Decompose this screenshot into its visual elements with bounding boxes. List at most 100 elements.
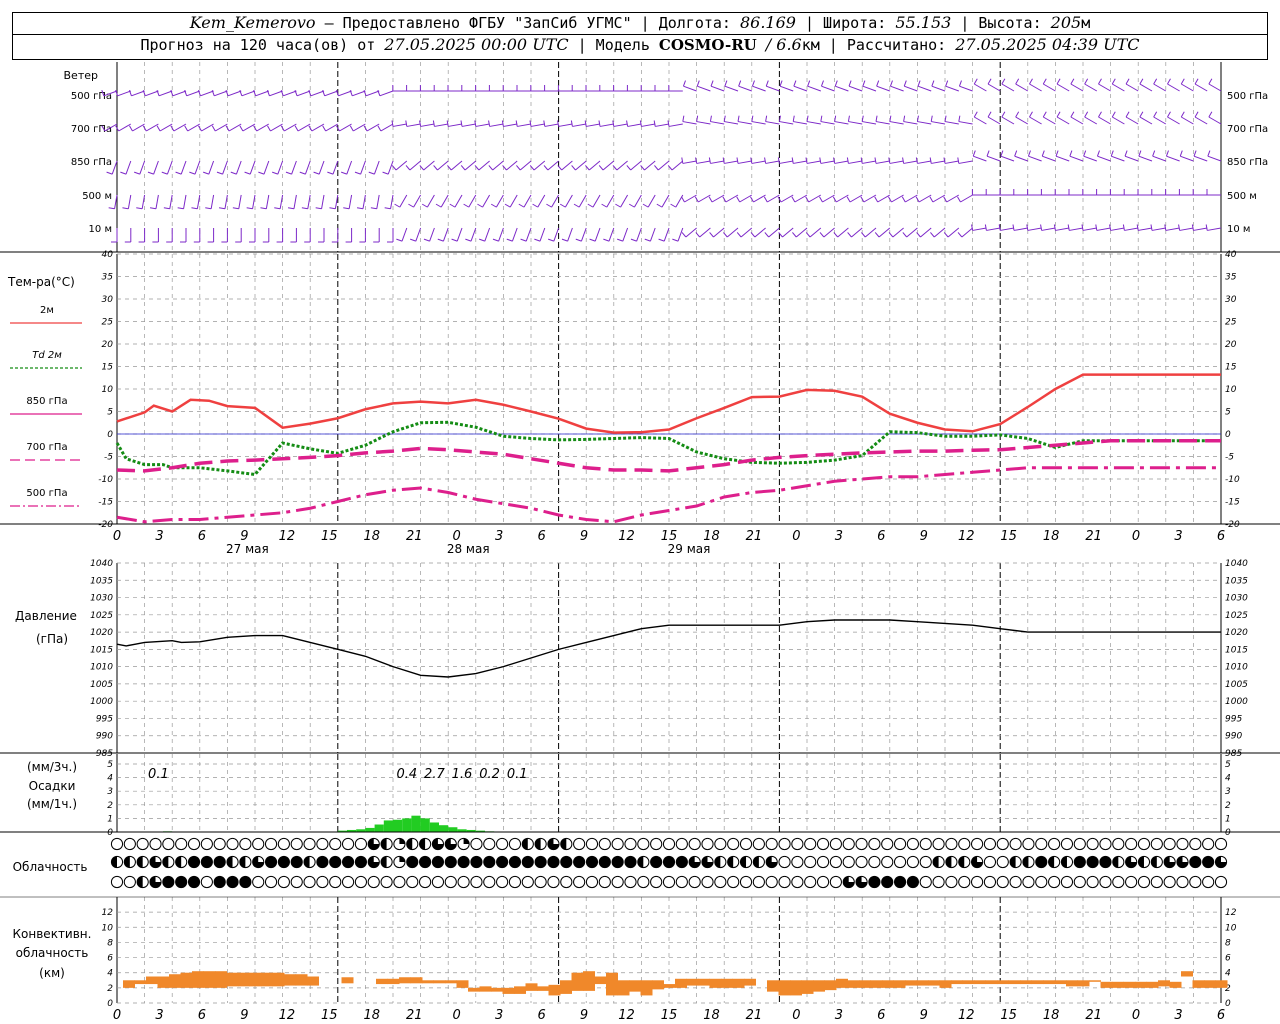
x-tick-label: 6 bbox=[877, 529, 885, 544]
wind-barb bbox=[1208, 116, 1222, 125]
cloud-symbol bbox=[521, 837, 534, 851]
cloud-symbol bbox=[123, 837, 136, 851]
wind-barb-feather bbox=[888, 232, 894, 238]
wind-barb-feather bbox=[322, 125, 327, 132]
wind-barb-feather bbox=[1040, 224, 1043, 231]
wind-barb bbox=[710, 85, 725, 92]
wind-barb bbox=[215, 123, 228, 132]
wind-barb-feather bbox=[460, 165, 466, 171]
cloud-symbol bbox=[457, 875, 470, 889]
cloud-symbol bbox=[316, 837, 329, 851]
wind-barb-feather bbox=[1111, 78, 1116, 85]
cloud-symbol bbox=[804, 855, 817, 869]
wind-barb bbox=[588, 160, 601, 171]
wind-barb bbox=[1082, 227, 1097, 231]
y-tick-label: 995 bbox=[96, 714, 113, 724]
x-tick-label: 18 bbox=[1043, 529, 1060, 544]
wind-barb bbox=[862, 121, 877, 125]
wind-barb-feather bbox=[696, 115, 699, 122]
wind-barb bbox=[677, 227, 684, 242]
cloud-symbol bbox=[187, 837, 201, 851]
x-tick-label: 15 bbox=[321, 1008, 338, 1023]
y-tick-label: 0 bbox=[1225, 828, 1231, 838]
y-tick-label: 1 bbox=[1225, 814, 1231, 824]
wind-barb bbox=[1194, 116, 1208, 125]
wind-barb-feather bbox=[1042, 111, 1047, 118]
wind-barb-feather bbox=[1122, 224, 1125, 231]
cloud-symbol bbox=[701, 855, 714, 869]
cloud-symbol bbox=[804, 837, 817, 851]
cloud-symbol bbox=[868, 837, 881, 851]
wind-barb bbox=[558, 123, 573, 127]
precip-3h-total: 1.6 bbox=[452, 767, 473, 782]
wind-barb bbox=[1167, 83, 1180, 92]
wind-barb-feather bbox=[1139, 111, 1144, 118]
wind-barb-feather bbox=[432, 120, 435, 127]
y-tick-label: 30 bbox=[102, 295, 114, 305]
wind-barb bbox=[376, 194, 380, 209]
cloud-symbol bbox=[252, 837, 265, 851]
wind-barb bbox=[227, 90, 242, 97]
cloud-symbol bbox=[213, 855, 226, 869]
wind-barb-feather bbox=[791, 157, 794, 164]
wind-barb bbox=[920, 227, 932, 238]
cloud-symbol bbox=[1137, 837, 1151, 851]
wind-barb-feather bbox=[368, 171, 375, 175]
wind-barb-feather bbox=[876, 80, 880, 87]
wind-barb-feather bbox=[986, 150, 990, 157]
wind-barb bbox=[1055, 227, 1070, 231]
wind-barb bbox=[724, 121, 739, 125]
wind-barb bbox=[627, 123, 642, 127]
cloud-symbol bbox=[406, 837, 419, 851]
cloud-symbol bbox=[444, 837, 457, 851]
wind-barb bbox=[426, 194, 435, 208]
y-tick-label: 2 bbox=[107, 801, 113, 811]
x-tick-label: 0 bbox=[113, 1008, 121, 1023]
wind-barb-feather bbox=[957, 232, 963, 238]
wind-barb bbox=[987, 83, 1001, 92]
cloud-symbol bbox=[1176, 875, 1189, 889]
wind-barb bbox=[917, 121, 932, 125]
wind-barb bbox=[1193, 227, 1208, 231]
cloud-symbol bbox=[239, 875, 252, 889]
wind-barb-feather bbox=[423, 238, 430, 242]
cloud-symbol bbox=[816, 875, 830, 889]
wind-barb bbox=[724, 160, 739, 164]
wind-barb-feather bbox=[750, 232, 756, 238]
wind-barb bbox=[917, 85, 932, 92]
cloud-symbol bbox=[791, 855, 804, 869]
wind-barb bbox=[1166, 155, 1180, 162]
cloud-symbol bbox=[958, 875, 971, 889]
wind-barb-feather bbox=[1095, 224, 1098, 231]
convective-bar bbox=[272, 972, 285, 987]
cloud-symbol bbox=[252, 855, 265, 869]
cloud-symbol bbox=[380, 855, 393, 869]
cloud-symbol bbox=[701, 875, 714, 889]
cloud-symbol bbox=[1125, 837, 1138, 851]
y-tick-label: 6 bbox=[107, 954, 113, 964]
cloud-symbol bbox=[162, 837, 175, 851]
y-tick-label: 8 bbox=[107, 938, 113, 948]
cloud-symbol bbox=[650, 855, 663, 869]
cloud-symbol bbox=[136, 837, 149, 851]
wind-barb bbox=[620, 194, 629, 208]
wind-barb-feather bbox=[294, 125, 299, 132]
wind-barb-feather bbox=[147, 171, 154, 175]
wind-barb-feather bbox=[792, 232, 797, 238]
cloud-symbol bbox=[354, 837, 368, 851]
conv-title-2: облачность bbox=[16, 946, 89, 960]
wind-level-label: 500 м bbox=[1227, 191, 1257, 202]
convective-bar bbox=[1181, 971, 1193, 977]
wind-barb bbox=[751, 160, 766, 164]
convective-bar bbox=[974, 980, 986, 985]
cloud-symbol bbox=[688, 837, 701, 851]
wind-barb-feather bbox=[246, 207, 253, 210]
wind-barb-feather bbox=[806, 115, 809, 122]
cloud-symbol bbox=[110, 875, 124, 889]
wind-barb-feather bbox=[598, 120, 601, 127]
wind-barb-feather bbox=[874, 232, 880, 238]
wind-barb bbox=[1015, 83, 1029, 92]
wind-barb-feather bbox=[1167, 78, 1171, 85]
cloud-symbol bbox=[573, 875, 586, 889]
wind-barb-feather bbox=[1070, 111, 1075, 118]
